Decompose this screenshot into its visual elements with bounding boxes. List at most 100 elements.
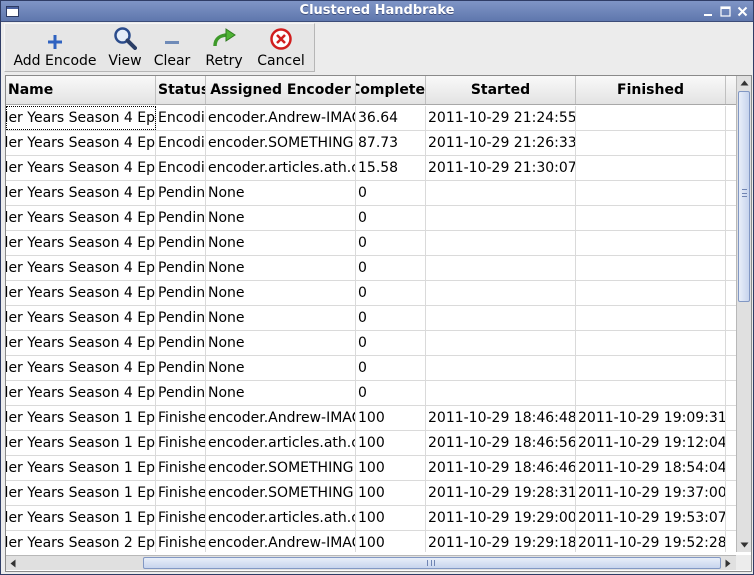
cell-encoder: None bbox=[206, 381, 356, 405]
table-row[interactable]: Wonder Years Season 4 EpPendingNone0 bbox=[6, 231, 736, 256]
scroll-right-arrow-icon[interactable] bbox=[721, 556, 735, 570]
cell-started bbox=[426, 281, 576, 305]
table-row[interactable]: Wonder Years Season 1 EpFinishedencoder.… bbox=[6, 406, 736, 431]
vertical-scrollbar[interactable] bbox=[736, 76, 751, 552]
table-row[interactable]: Wonder Years Season 4 EpEncodingencoder.… bbox=[6, 131, 736, 156]
table-row[interactable]: Wonder Years Season 4 EpPendingNone0 bbox=[6, 381, 736, 406]
retry-button[interactable]: Retry bbox=[198, 24, 250, 71]
cell-encoder: encoder.Andrew-IMAC bbox=[206, 106, 356, 130]
cell-status: Pending bbox=[156, 356, 206, 380]
column-header-assigned-encoder[interactable]: Assigned Encoder bbox=[206, 76, 356, 104]
cell-started: 2011-10-29 19:28:31.7 bbox=[426, 481, 576, 505]
table-row[interactable]: Wonder Years Season 4 EpEncodingencoder.… bbox=[6, 156, 736, 181]
cell-started bbox=[426, 356, 576, 380]
retry-label: Retry bbox=[205, 53, 243, 69]
cell-name-text: Wonder Years Season 2 Ep bbox=[6, 535, 155, 551]
view-label: View bbox=[108, 53, 142, 69]
window-title: Clustered Handbrake bbox=[299, 3, 455, 18]
column-header-name[interactable]: Name bbox=[6, 76, 156, 104]
cell-finished: 2011-10-29 19:12:04.4 bbox=[576, 431, 726, 455]
table-body: Wonder Years Season 4 EpEncodingencoder.… bbox=[6, 106, 736, 552]
cell-complete: 0 bbox=[356, 356, 426, 380]
cell-started: 2011-10-29 18:46:48.0 bbox=[426, 406, 576, 430]
table-row[interactable]: Wonder Years Season 1 EpFinishedencoder.… bbox=[6, 506, 736, 531]
cell-name: Wonder Years Season 4 Ep bbox=[6, 106, 156, 130]
cell-status: Encoding bbox=[156, 131, 206, 155]
table-row[interactable]: Wonder Years Season 4 EpPendingNone0 bbox=[6, 306, 736, 331]
table-row[interactable]: Wonder Years Season 4 EpPendingNone0 bbox=[6, 256, 736, 281]
column-header-finished[interactable]: Finished bbox=[576, 76, 726, 104]
cell-status: Finished bbox=[156, 431, 206, 455]
cell-status: Pending bbox=[156, 256, 206, 280]
cell-name-text: Wonder Years Season 4 Ep bbox=[6, 310, 155, 326]
cell-name: Wonder Years Season 1 Ep bbox=[6, 456, 156, 480]
cell-finished bbox=[576, 306, 726, 330]
cell-encoder: None bbox=[206, 281, 356, 305]
scroll-down-arrow-icon[interactable] bbox=[737, 538, 751, 552]
cell-status: Encoding bbox=[156, 156, 206, 180]
cancel-icon bbox=[255, 24, 307, 50]
cell-name: Wonder Years Season 4 Ep bbox=[6, 356, 156, 380]
table-row[interactable]: Wonder Years Season 4 EpPendingNone0 bbox=[6, 331, 736, 356]
cell-name-text: Wonder Years Season 1 Ep bbox=[6, 460, 155, 476]
cell-finished bbox=[576, 281, 726, 305]
maximize-icon[interactable] bbox=[718, 4, 733, 19]
cell-name: Wonder Years Season 4 Ep bbox=[6, 256, 156, 280]
cell-started: 2011-10-29 19:29:18.0 bbox=[426, 531, 576, 552]
cell-finished: 2011-10-29 18:54:04.5 bbox=[576, 456, 726, 480]
cell-complete: 100 bbox=[356, 431, 426, 455]
view-button[interactable]: View bbox=[104, 24, 146, 71]
cancel-button[interactable]: Cancel bbox=[255, 24, 307, 71]
cell-finished: 2011-10-29 19:09:31.5 bbox=[576, 406, 726, 430]
table-row[interactable]: Wonder Years Season 1 EpFinishedencoder.… bbox=[6, 481, 736, 506]
cell-finished: 2011-10-29 19:52:28.2 bbox=[576, 531, 726, 552]
scroll-up-arrow-icon[interactable] bbox=[737, 76, 751, 90]
add-encode-label: Add Encode bbox=[13, 53, 97, 69]
scroll-left-arrow-icon[interactable] bbox=[6, 556, 20, 570]
cell-name: Wonder Years Season 4 Ep bbox=[6, 306, 156, 330]
cell-name: Wonder Years Season 1 Ep bbox=[6, 406, 156, 430]
horizontal-scroll-thumb[interactable] bbox=[143, 557, 721, 569]
cell-name-text: Wonder Years Season 1 Ep bbox=[6, 510, 155, 526]
grip-icon bbox=[742, 189, 747, 197]
cell-encoder: encoder.Andrew-IMAC bbox=[206, 406, 356, 430]
redo-arrow-icon bbox=[198, 24, 250, 50]
cell-name: Wonder Years Season 1 Ep bbox=[6, 481, 156, 505]
add-encode-button[interactable]: Add Encode bbox=[11, 24, 99, 71]
cell-complete: 0 bbox=[356, 331, 426, 355]
table-row[interactable]: Wonder Years Season 2 EpFinishedencoder.… bbox=[6, 531, 736, 552]
cell-name-text: Wonder Years Season 4 Ep bbox=[6, 335, 155, 351]
table-row[interactable]: Wonder Years Season 4 EpEncodingencoder.… bbox=[6, 106, 736, 131]
table-row[interactable]: Wonder Years Season 4 EpPendingNone0 bbox=[6, 181, 736, 206]
cell-started: 2011-10-29 21:30:07.2 bbox=[426, 156, 576, 180]
column-header-started[interactable]: Started bbox=[426, 76, 576, 104]
column-header-status[interactable]: Status bbox=[156, 76, 206, 104]
cell-name-text: Wonder Years Season 4 Ep bbox=[6, 135, 155, 151]
cell-started bbox=[426, 181, 576, 205]
title-bar[interactable]: Clustered Handbrake bbox=[1, 1, 753, 22]
vertical-scroll-thumb[interactable] bbox=[738, 91, 750, 302]
cell-name-text: Wonder Years Season 4 Ep bbox=[6, 110, 155, 126]
clear-button[interactable]: Clear bbox=[151, 24, 193, 71]
cell-complete: 0 bbox=[356, 231, 426, 255]
cell-name-text: Wonder Years Season 4 Ep bbox=[6, 185, 155, 201]
close-icon[interactable] bbox=[735, 4, 750, 19]
horizontal-scrollbar[interactable] bbox=[6, 555, 736, 570]
minimize-icon[interactable] bbox=[701, 4, 716, 19]
clear-label: Clear bbox=[153, 53, 191, 69]
table-row[interactable]: Wonder Years Season 4 EpPendingNone0 bbox=[6, 356, 736, 381]
cell-started: 2011-10-29 19:29:00.1 bbox=[426, 506, 576, 530]
table-row[interactable]: Wonder Years Season 4 EpPendingNone0 bbox=[6, 206, 736, 231]
cell-finished bbox=[576, 106, 726, 130]
table-row[interactable]: Wonder Years Season 4 EpPendingNone0 bbox=[6, 281, 736, 306]
cell-finished bbox=[576, 131, 726, 155]
table-row[interactable]: Wonder Years Season 1 EpFinishedencoder.… bbox=[6, 456, 736, 481]
cell-finished: 2011-10-29 19:53:07.1 bbox=[576, 506, 726, 530]
cell-status: Finished bbox=[156, 456, 206, 480]
table-row[interactable]: Wonder Years Season 1 EpFinishedencoder.… bbox=[6, 431, 736, 456]
cell-status: Pending bbox=[156, 281, 206, 305]
column-header-complete[interactable]: Complete bbox=[356, 76, 426, 104]
cell-finished bbox=[576, 231, 726, 255]
cell-status: Pending bbox=[156, 331, 206, 355]
cell-started bbox=[426, 256, 576, 280]
